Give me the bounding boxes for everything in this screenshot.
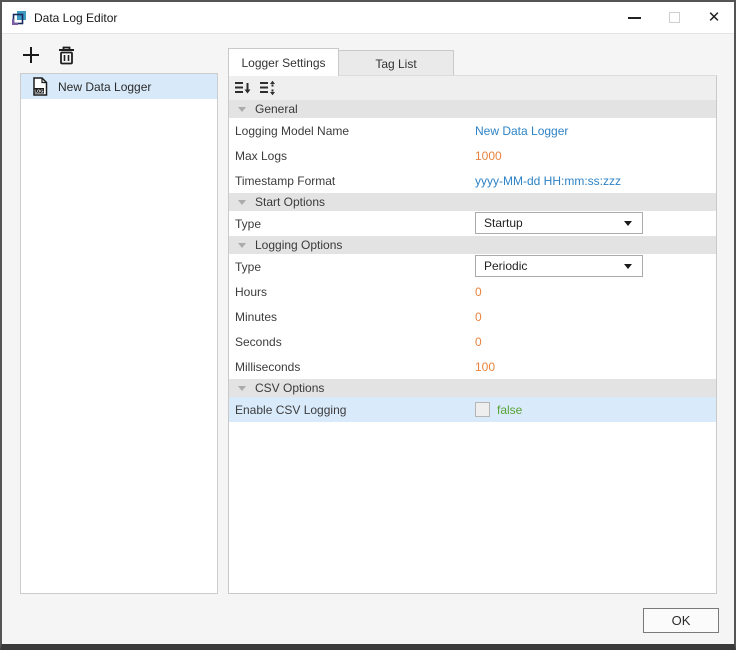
- property-label: Logging Model Name: [235, 124, 349, 138]
- tab-strip: Logger Settings Tag List: [228, 48, 454, 76]
- chevron-down-icon: [624, 221, 632, 226]
- expand-all-button[interactable]: [259, 80, 276, 96]
- property-label: Type: [235, 217, 261, 231]
- property-row-milliseconds: Milliseconds 100: [229, 354, 716, 379]
- tab-tag-list-label: Tag List: [375, 57, 416, 71]
- section-start-options-title: Start Options: [255, 195, 325, 209]
- collapse-triangle-icon: [238, 200, 246, 205]
- collapse-triangle-icon: [238, 243, 246, 248]
- property-row-logging-model-name: Logging Model Name New Data Logger: [229, 118, 716, 143]
- property-row-max-logs: Max Logs 1000: [229, 143, 716, 168]
- property-row-start-type: Type Startup: [229, 211, 716, 236]
- sort-expand-icon: [259, 80, 276, 96]
- property-label: Timestamp Format: [235, 174, 335, 188]
- sort-categorized-icon: [234, 80, 251, 96]
- section-csv-options[interactable]: CSV Options: [229, 379, 716, 397]
- delete-logger-button[interactable]: [55, 44, 77, 66]
- property-value-field[interactable]: New Data Logger: [475, 124, 568, 138]
- property-label: Max Logs: [235, 149, 287, 163]
- property-label: Milliseconds: [235, 360, 300, 374]
- property-row-seconds: Seconds 0: [229, 329, 716, 354]
- minimize-icon: [628, 17, 641, 19]
- dropdown-selected-value: Startup: [484, 216, 523, 230]
- trash-icon: [58, 46, 75, 65]
- property-value-field[interactable]: 0: [475, 310, 482, 324]
- data-log-editor-window: Data Log Editor ✕ LOG: [0, 0, 736, 650]
- property-value-field[interactable]: 1000: [475, 149, 502, 163]
- title-bar: Data Log Editor ✕: [2, 2, 734, 34]
- section-logging-options-title: Logging Options: [255, 238, 342, 252]
- window-title: Data Log Editor: [34, 11, 117, 25]
- logger-item-label: New Data Logger: [58, 80, 151, 94]
- logger-toolbar: [20, 44, 77, 66]
- plus-icon: [21, 45, 41, 65]
- section-start-options[interactable]: Start Options: [229, 193, 716, 211]
- chevron-down-icon: [624, 264, 632, 269]
- maximize-button[interactable]: [654, 2, 694, 34]
- ok-button-label: OK: [672, 613, 691, 628]
- collapse-triangle-icon: [238, 386, 246, 391]
- logger-settings-panel: General Logging Model Name New Data Logg…: [228, 75, 717, 594]
- tab-logger-settings-label: Logger Settings: [241, 56, 325, 70]
- svg-text:LOG: LOG: [34, 88, 43, 93]
- tab-logger-settings[interactable]: Logger Settings: [228, 48, 339, 76]
- enable-csv-checkbox[interactable]: [475, 402, 490, 417]
- tab-tag-list[interactable]: Tag List: [339, 50, 454, 76]
- property-label: Hours: [235, 285, 267, 299]
- property-value-field[interactable]: 100: [475, 360, 495, 374]
- section-general[interactable]: General: [229, 100, 716, 118]
- property-grid-toolbar: [229, 76, 716, 100]
- dropdown-selected-value: Periodic: [484, 259, 527, 273]
- log-file-icon: LOG: [32, 77, 48, 96]
- property-label: Seconds: [235, 335, 282, 349]
- maximize-icon: [669, 12, 680, 23]
- property-value-field[interactable]: 0: [475, 335, 482, 349]
- add-logger-button[interactable]: [20, 44, 42, 66]
- logger-list-item[interactable]: LOG New Data Logger: [21, 74, 217, 99]
- collapse-all-button[interactable]: [234, 80, 251, 96]
- property-row-timestamp-format: Timestamp Format yyyy-MM-dd HH:mm:ss:zzz: [229, 168, 716, 193]
- property-label: Enable CSV Logging: [235, 403, 346, 417]
- property-row-enable-csv-logging[interactable]: Enable CSV Logging false: [229, 397, 716, 422]
- property-label: Minutes: [235, 310, 277, 324]
- section-logging-options[interactable]: Logging Options: [229, 236, 716, 254]
- section-general-title: General: [255, 102, 298, 116]
- property-row-logging-type: Type Periodic: [229, 254, 716, 279]
- start-type-dropdown[interactable]: Startup: [475, 212, 643, 234]
- minimize-button[interactable]: [614, 2, 654, 34]
- property-label: Type: [235, 260, 261, 274]
- logger-list: LOG New Data Logger: [20, 73, 218, 594]
- app-logo-icon: [11, 10, 27, 26]
- section-csv-options-title: CSV Options: [255, 381, 324, 395]
- property-row-hours: Hours 0: [229, 279, 716, 304]
- close-button[interactable]: ✕: [694, 2, 734, 34]
- property-value-field[interactable]: yyyy-MM-dd HH:mm:ss:zzz: [475, 174, 621, 188]
- logging-type-dropdown[interactable]: Periodic: [475, 255, 643, 277]
- property-value-field[interactable]: 0: [475, 285, 482, 299]
- collapse-triangle-icon: [238, 107, 246, 112]
- ok-button[interactable]: OK: [643, 608, 719, 633]
- property-row-minutes: Minutes 0: [229, 304, 716, 329]
- checkbox-value-label: false: [497, 403, 522, 417]
- close-icon: ✕: [708, 10, 721, 25]
